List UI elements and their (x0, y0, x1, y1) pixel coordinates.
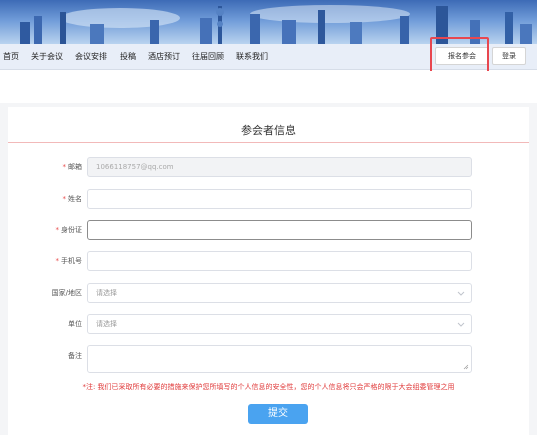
name-label: 姓名 (68, 195, 82, 203)
remark-label-row: 备注 (20, 351, 82, 361)
country-label-row: 国家/地区 (20, 288, 82, 298)
sub-header-strip (0, 71, 537, 103)
id-card-field[interactable] (87, 220, 472, 240)
resize-handle-icon[interactable] (463, 364, 469, 370)
nav-item-schedule[interactable]: 会议安排 (75, 52, 107, 62)
email-label: 邮箱 (68, 163, 82, 171)
signup-button[interactable]: 报名参会 (435, 47, 489, 65)
email-label-row: * 邮箱 (20, 162, 83, 172)
unit-label: 单位 (68, 320, 82, 328)
country-select[interactable]: 请选择 (87, 283, 472, 303)
chevron-down-icon (457, 291, 465, 296)
login-button[interactable]: 登录 (492, 47, 526, 65)
remark-label: 备注 (68, 352, 82, 360)
nav-item-submission[interactable]: 投稿 (120, 52, 136, 62)
required-mark: * (62, 163, 67, 171)
city-skyline-image (20, 5, 532, 44)
email-field[interactable]: 1066118757@qq.com (87, 157, 472, 177)
remark-textarea[interactable] (87, 345, 472, 373)
id-card-label-row: * 身份证 (20, 225, 83, 235)
unit-select[interactable]: 请选择 (87, 314, 472, 334)
phone-field[interactable] (87, 251, 472, 271)
nav-item-about[interactable]: 关于会议 (31, 52, 63, 62)
nav-item-contact[interactable]: 联系我们 (236, 52, 268, 62)
unit-label-row: 单位 (20, 319, 82, 329)
privacy-notice: *注: 我们已采取所有必要的措施来保护您所填写的个人信息的安全性，您的个人信息将… (82, 383, 455, 391)
chevron-down-icon (457, 322, 465, 327)
id-card-label: 身份证 (61, 226, 82, 234)
nav-item-history[interactable]: 往届回顾 (192, 52, 224, 62)
country-label: 国家/地区 (51, 289, 82, 297)
required-mark: * (55, 257, 60, 265)
required-mark: * (62, 195, 67, 203)
unit-placeholder: 请选择 (96, 320, 117, 328)
country-placeholder: 请选择 (96, 289, 117, 297)
phone-label: 手机号 (61, 257, 82, 265)
nav-item-hotel[interactable]: 酒店预订 (148, 52, 180, 62)
title-divider (8, 142, 529, 143)
submit-button[interactable]: 提交 (248, 404, 308, 424)
form-title: 参会者信息 (241, 124, 296, 137)
name-label-row: * 姓名 (20, 194, 83, 204)
header-banner (0, 0, 537, 44)
name-field[interactable] (87, 189, 472, 209)
nav-item-home[interactable]: 首页 (3, 52, 19, 62)
required-mark: * (55, 226, 60, 234)
phone-label-row: * 手机号 (20, 256, 83, 266)
